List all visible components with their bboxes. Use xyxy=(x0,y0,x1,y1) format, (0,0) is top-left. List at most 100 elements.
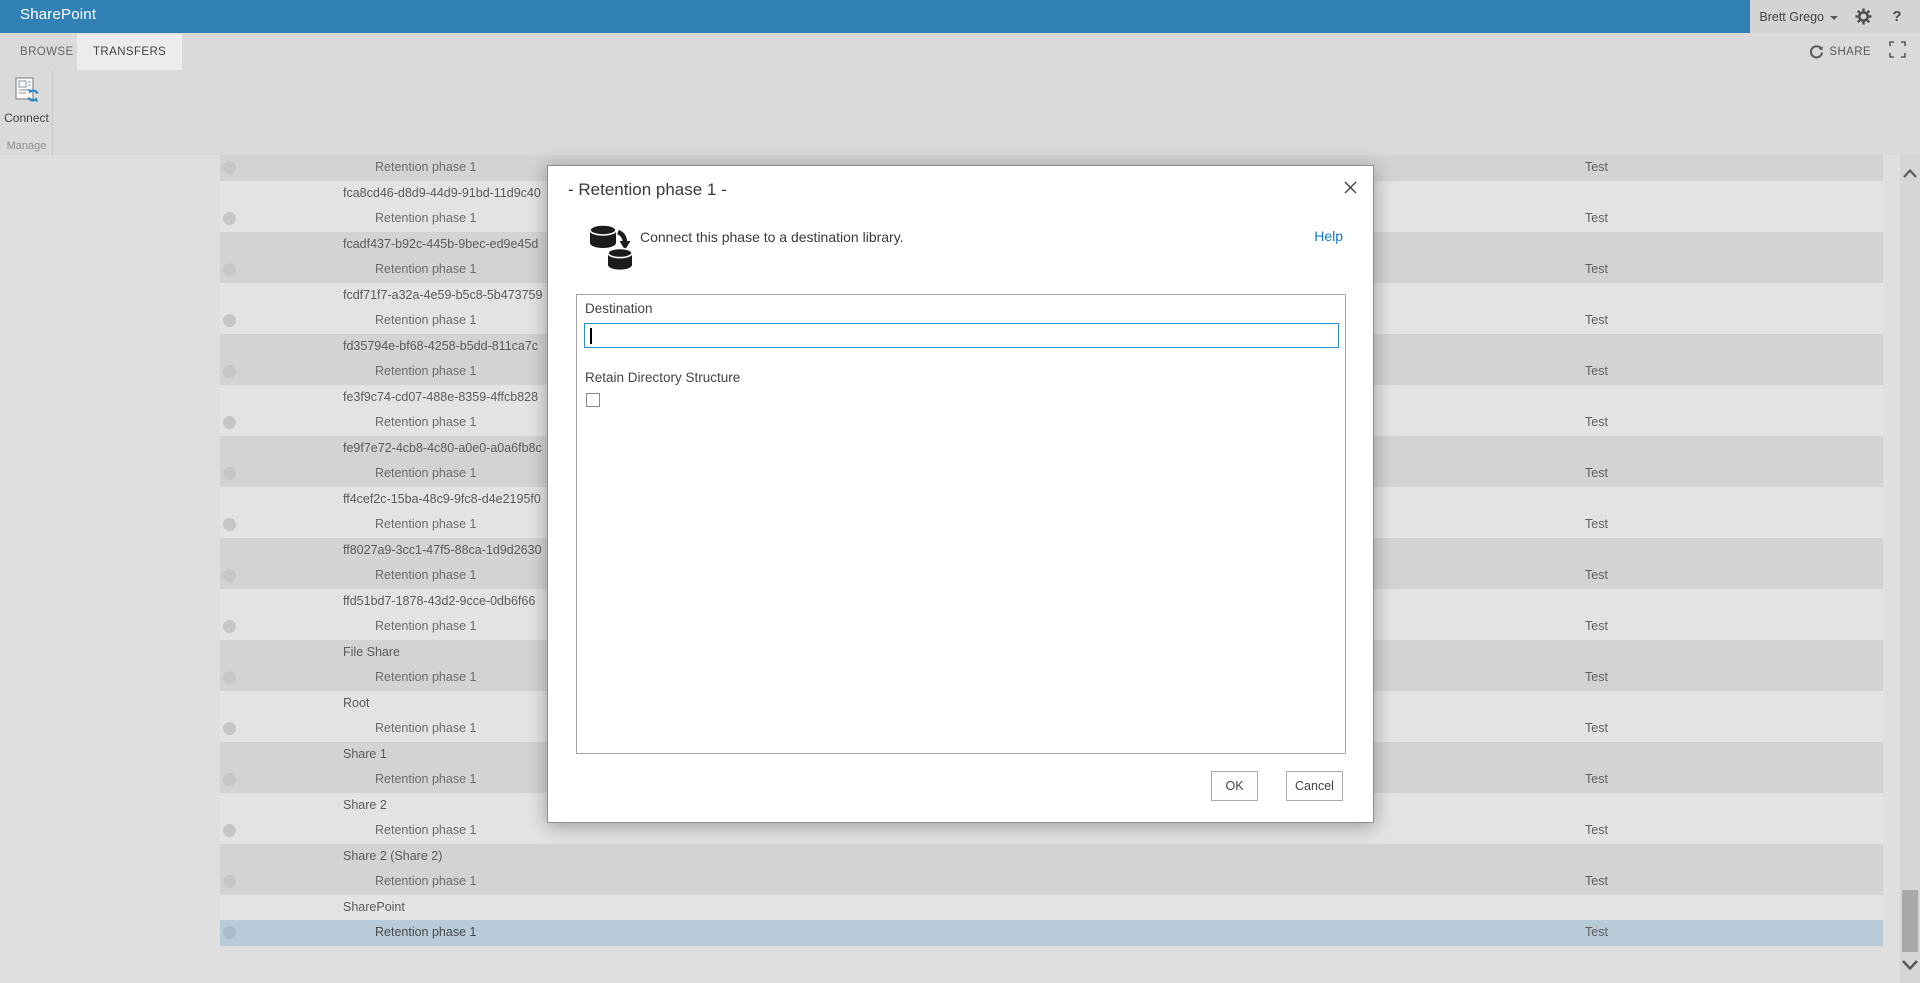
connect-icon xyxy=(13,76,41,104)
list-row-source[interactable]: SharePoint xyxy=(220,895,1883,921)
row-label: fcdf71f7-a32a-4e59-b5c8-5b473759 xyxy=(220,288,542,302)
scrollbar-thumb[interactable] xyxy=(1902,890,1918,952)
phase-bullet-icon xyxy=(223,824,236,837)
row-label: ffd51bd7-1878-43d2-9cce-0db6f66 xyxy=(220,594,535,608)
row-label: Retention phase 1 xyxy=(220,517,476,531)
phase-bullet-icon xyxy=(223,620,236,633)
focus-mode-icon[interactable] xyxy=(1889,41,1906,63)
phase-bullet-icon xyxy=(223,926,236,939)
row-destination-value: Test xyxy=(1585,257,1608,283)
phase-bullet-icon xyxy=(223,467,236,480)
ribbon: BROWSE TRANSFERS SHARE xyxy=(0,33,1920,155)
gear-icon[interactable] xyxy=(1854,8,1872,26)
cancel-button[interactable]: Cancel xyxy=(1286,771,1343,801)
row-label: fe3f9c74-cd07-488e-8359-4ffcb828 xyxy=(220,390,538,404)
user-name: Brett Grego xyxy=(1759,10,1824,24)
tab-transfers[interactable]: TRANSFERS xyxy=(77,34,182,70)
group-label-manage: Manage xyxy=(0,140,53,152)
dialog-message: Connect this phase to a destination libr… xyxy=(640,229,904,245)
row-label: Retention phase 1 xyxy=(220,160,476,174)
help-link[interactable]: Help xyxy=(1314,228,1343,244)
phase-bullet-icon xyxy=(223,518,236,531)
row-label: Share 2 (Share 2) xyxy=(220,849,442,863)
row-label: Retention phase 1 xyxy=(220,364,476,378)
row-label: fca8cd46-d8d9-44d9-91bd-11d9c40 xyxy=(220,186,541,200)
row-destination-value: Test xyxy=(1585,461,1608,487)
share-label: SHARE xyxy=(1829,46,1871,58)
row-label: Retention phase 1 xyxy=(220,670,476,684)
scroll-up-icon[interactable] xyxy=(1900,161,1920,185)
list-row-phase[interactable]: Retention phase 1 Test xyxy=(220,920,1883,946)
row-label: Retention phase 1 xyxy=(220,568,476,582)
row-label: Retention phase 1 xyxy=(220,721,476,735)
row-label: ff8027a9-3cc1-47f5-88ca-1d9d2630 xyxy=(220,543,542,557)
scroll-down-icon[interactable] xyxy=(1900,953,1920,977)
phase-bullet-icon xyxy=(223,365,236,378)
row-label: ff4cef2c-15ba-48c9-9fc8-d4e2195f0 xyxy=(220,492,541,506)
row-label: Retention phase 1 xyxy=(220,772,476,786)
phase-bullet-icon xyxy=(223,569,236,582)
ribbon-right-actions: SHARE xyxy=(1809,34,1906,70)
row-label: Retention phase 1 xyxy=(220,313,476,327)
row-destination-value: Test xyxy=(1585,308,1608,334)
row-label: Retention phase 1 xyxy=(220,466,476,480)
ribbon-content: Connect Manage xyxy=(0,70,1920,155)
database-transfer-icon xyxy=(588,222,636,277)
connect-button[interactable]: Connect xyxy=(0,76,53,134)
phase-bullet-icon xyxy=(223,671,236,684)
ok-button[interactable]: OK xyxy=(1211,771,1258,801)
chevron-down-icon xyxy=(1830,16,1838,20)
row-destination-value: Test xyxy=(1585,869,1608,895)
row-label: Retention phase 1 xyxy=(220,925,476,939)
row-label: SharePoint xyxy=(220,900,405,914)
destination-input[interactable] xyxy=(585,324,1338,347)
phase-bullet-icon xyxy=(223,314,236,327)
row-label: Retention phase 1 xyxy=(220,262,476,276)
row-destination-value: Test xyxy=(1585,767,1608,793)
sharepoint-app: SharePoint Brett Grego ? xyxy=(0,0,1920,983)
row-destination-value: Test xyxy=(1585,614,1608,640)
row-label: Retention phase 1 xyxy=(220,874,476,888)
destination-panel: Destination Retain Directory Structure xyxy=(576,294,1346,754)
row-label: Retention phase 1 xyxy=(220,823,476,837)
list-row-source[interactable]: Share 2 (Share 2) xyxy=(220,844,1883,870)
phase-bullet-icon xyxy=(223,161,236,174)
row-destination-value: Test xyxy=(1585,206,1608,232)
phase-bullet-icon xyxy=(223,212,236,225)
destination-label: Destination xyxy=(585,301,653,316)
suite-bar-right: Brett Grego ? xyxy=(1750,0,1920,33)
retain-directory-checkbox[interactable] xyxy=(586,393,600,407)
row-destination-value: Test xyxy=(1585,920,1608,946)
share-sync-icon xyxy=(1809,45,1824,60)
dialog-title: - Retention phase 1 - xyxy=(568,180,727,200)
row-destination-value: Test xyxy=(1585,155,1608,181)
phase-bullet-icon xyxy=(223,263,236,276)
phase-bullet-icon xyxy=(223,875,236,888)
row-destination-value: Test xyxy=(1585,716,1608,742)
user-menu[interactable]: Brett Grego xyxy=(1759,10,1838,24)
ribbon-tab-row: BROWSE TRANSFERS SHARE xyxy=(0,34,1920,70)
app-title: SharePoint xyxy=(20,6,96,23)
help-icon[interactable]: ? xyxy=(1888,8,1906,26)
row-label: fd35794e-bf68-4258-b5dd-811ca7c xyxy=(220,339,538,353)
row-destination-value: Test xyxy=(1585,512,1608,538)
list-row-phase[interactable]: Retention phase 1 Test xyxy=(220,869,1883,895)
phase-bullet-icon xyxy=(223,722,236,735)
phase-bullet-icon xyxy=(223,773,236,786)
row-label: fcadf437-b92c-445b-9bec-ed9e45d xyxy=(220,237,538,251)
share-button[interactable]: SHARE xyxy=(1809,45,1871,60)
row-label: Share 2 xyxy=(220,798,387,812)
retain-directory-label: Retain Directory Structure xyxy=(585,370,740,385)
row-label: fe9f7e72-4cb8-4c80-a0e0-a0a6fb8c xyxy=(220,441,542,455)
row-destination-value: Test xyxy=(1585,818,1608,844)
destination-input-wrap xyxy=(584,323,1339,348)
close-icon[interactable] xyxy=(1339,176,1361,198)
row-destination-value: Test xyxy=(1585,359,1608,385)
vertical-scrollbar[interactable] xyxy=(1900,155,1920,983)
phase-bullet-icon xyxy=(223,416,236,429)
row-label: Retention phase 1 xyxy=(220,211,476,225)
row-destination-value: Test xyxy=(1585,563,1608,589)
manage-group: Connect Manage xyxy=(0,70,53,155)
text-cursor xyxy=(590,328,592,344)
row-label: Retention phase 1 xyxy=(220,415,476,429)
